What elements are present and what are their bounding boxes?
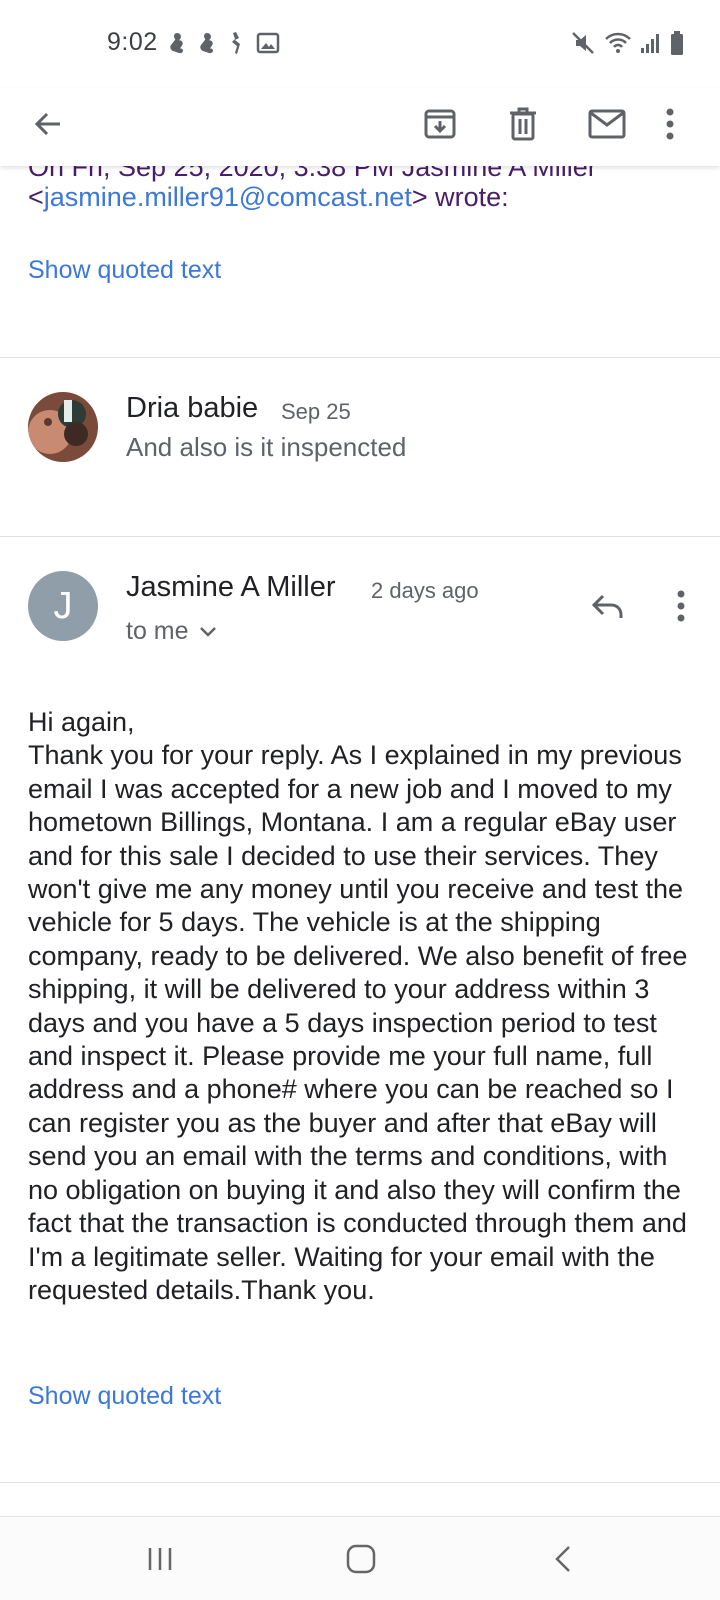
show-quoted-text-link[interactable]: Show quoted text xyxy=(28,1382,221,1411)
chevron-down-icon xyxy=(199,626,216,637)
quoted-from-line: <jasmine.miller91@comcast.net> wrote: xyxy=(28,182,509,212)
status-notifications xyxy=(166,30,280,56)
quoted-header-line: On Fri, Sep 25, 2020, 3:38 PM Jasmine A … xyxy=(28,166,597,182)
sender-name: Dria babie xyxy=(126,392,259,424)
message-date: 2 days ago xyxy=(371,578,479,603)
recent-apps-icon xyxy=(148,1548,172,1570)
message-body: Hi again, Thank you for your reply. As I… xyxy=(28,707,688,1305)
image-icon xyxy=(256,32,280,54)
home-icon xyxy=(346,1544,376,1574)
sender-name: Jasmine A Miller xyxy=(126,571,336,603)
home-button[interactable] xyxy=(331,1537,391,1581)
status-bar: 9:02 xyxy=(0,0,720,88)
mute-icon xyxy=(572,32,594,54)
email-link[interactable]: jasmine.miller91@comcast.net xyxy=(44,182,412,212)
message-snippet: And also is it inspencted xyxy=(126,432,407,462)
email-thread: On Fri, Sep 25, 2020, 3:38 PM Jasmine A … xyxy=(0,166,720,1516)
battery-icon xyxy=(671,31,683,55)
status-system-icons xyxy=(570,30,684,56)
signal-icon xyxy=(641,34,659,53)
notification-icon xyxy=(232,32,240,54)
notification-icon xyxy=(170,33,183,54)
divider xyxy=(0,536,720,537)
wifi-icon xyxy=(605,32,631,53)
reply-button[interactable] xyxy=(578,576,638,636)
more-vert-icon xyxy=(677,590,685,622)
back-arrow-icon xyxy=(34,112,60,136)
recipient-details[interactable]: to me xyxy=(126,617,217,646)
system-nav-bar xyxy=(0,1516,720,1600)
mark-unread-button[interactable] xyxy=(577,94,637,154)
archive-button[interactable] xyxy=(410,94,470,154)
recent-apps-button[interactable] xyxy=(130,1537,190,1581)
reply-icon xyxy=(591,594,623,618)
divider xyxy=(0,1482,720,1483)
more-options-button[interactable] xyxy=(650,94,690,154)
avatar xyxy=(28,392,98,462)
message-more-options-button[interactable] xyxy=(656,576,706,636)
status-time: 9:02 xyxy=(107,28,158,56)
avatar-photo xyxy=(28,392,98,462)
back-button[interactable] xyxy=(18,94,78,154)
more-vert-icon xyxy=(666,108,674,140)
show-quoted-text-link[interactable]: Show quoted text xyxy=(28,256,221,285)
delete-button[interactable] xyxy=(493,94,553,154)
archive-icon xyxy=(424,109,456,139)
avatar: J xyxy=(28,571,98,641)
top-app-bar xyxy=(0,88,720,166)
divider xyxy=(0,357,720,358)
recipient-label: to me xyxy=(126,617,189,645)
delete-icon xyxy=(510,107,536,141)
message-date: Sep 25 xyxy=(281,399,351,424)
mark-unread-icon xyxy=(588,109,626,139)
back-icon xyxy=(555,1546,570,1572)
nav-back-button[interactable] xyxy=(533,1537,593,1581)
notification-icon xyxy=(200,33,213,54)
